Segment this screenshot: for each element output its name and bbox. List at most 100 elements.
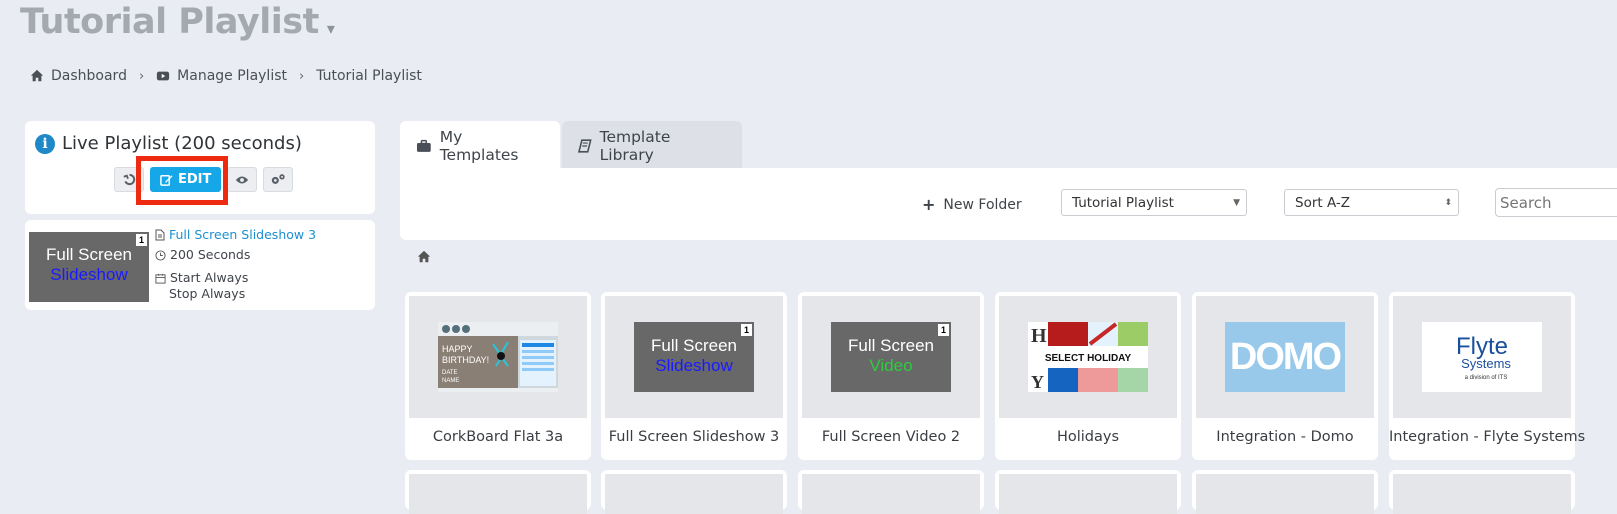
search-input[interactable]	[1495, 188, 1617, 217]
item-count-badge: 1	[136, 234, 147, 246]
birthday-text: NAME	[442, 378, 459, 384]
flyte-logo-text: a division of ITS	[1465, 375, 1508, 381]
birthday-text: BIRTHDAY!	[442, 355, 489, 365]
template-name: Full Screen Slideshow 3	[608, 429, 780, 445]
template-thumbnail	[1393, 474, 1571, 514]
tab-label: My Templates	[439, 128, 519, 164]
live-playlist-header: i Live Playlist (200 seconds)	[35, 133, 302, 154]
template-name: Full Screen Video 2	[821, 429, 961, 445]
template-card[interactable]: HAPPY BIRTHDAY! DATE NAME CorkBoard Flat…	[405, 292, 591, 460]
template-thumbnail	[1196, 474, 1374, 514]
edit-icon	[160, 175, 173, 186]
playlist-action-buttons: EDIT	[114, 167, 294, 192]
template-thumbnail	[802, 474, 980, 514]
video-thumbnail: 1 Full Screen Video	[831, 322, 951, 392]
folder-select-value: Tutorial Playlist	[1072, 194, 1174, 211]
template-thumbnail	[409, 474, 587, 514]
sort-select[interactable]: Sort A-Z ⬍	[1284, 189, 1459, 216]
playlist-item-link[interactable]: Full Screen Slideshow 3	[169, 225, 316, 245]
template-card[interactable]	[1389, 470, 1575, 514]
domo-logo: DOMO	[1225, 322, 1345, 392]
template-card[interactable]: 1 Full Screen Slideshow Full Screen Slid…	[601, 292, 787, 460]
thumb-line2: Slideshow	[50, 265, 128, 284]
plus-icon: +	[922, 195, 936, 214]
breadcrumb-label: Manage Playlist	[177, 68, 287, 84]
holiday-label: SELECT HOLIDAY	[1045, 353, 1132, 364]
undo-icon	[122, 173, 135, 186]
template-thumbnail: DOMO	[1196, 296, 1374, 418]
live-playlist-title: Live Playlist (200 seconds)	[62, 133, 302, 154]
briefcase-icon	[416, 139, 431, 152]
info-icon: i	[35, 133, 55, 154]
back-button[interactable]	[114, 167, 144, 192]
template-card[interactable]	[995, 470, 1181, 514]
template-name: Holidays	[1056, 429, 1120, 445]
new-folder-button[interactable]: + New Folder	[922, 195, 1022, 214]
home-icon	[30, 69, 44, 82]
template-name: Integration - Flyte Systems	[1389, 429, 1586, 445]
tab-my-templates[interactable]: My Templates	[400, 121, 560, 171]
thumb-line1: Full Screen	[46, 245, 132, 264]
playlist-item-stop-row: Stop Always	[155, 284, 316, 304]
preview-button[interactable]	[227, 167, 258, 192]
birthday-text: HAPPY	[442, 344, 473, 354]
slideshow-thumbnail: 1 Full Screen Slideshow	[634, 322, 754, 392]
settings-button[interactable]	[263, 167, 294, 192]
calendar-icon	[155, 273, 166, 284]
birthday-thumbnail: HAPPY BIRTHDAY! DATE NAME	[438, 322, 558, 392]
breadcrumb-label: Tutorial Playlist	[316, 68, 422, 84]
chevron-down-icon[interactable]: ▾	[327, 19, 335, 38]
breadcrumb-separator: ›	[299, 68, 305, 84]
template-card[interactable]: H Y SELECT HOLIDAY Holidays	[995, 292, 1181, 460]
breadcrumb-separator: ›	[138, 68, 145, 84]
breadcrumb-label: Dashboard	[51, 68, 127, 84]
folder-select[interactable]: Tutorial Playlist ▼	[1061, 189, 1247, 216]
item-count-badge: 1	[938, 324, 949, 336]
thumb-line1: Full Screen	[848, 336, 934, 355]
item-count-badge: 1	[741, 324, 752, 336]
holiday-thumbnail: H Y SELECT HOLIDAY	[1028, 322, 1148, 392]
chevron-down-icon: ⬍	[1444, 197, 1452, 208]
edit-button[interactable]: EDIT	[150, 167, 222, 192]
template-name: CorkBoard Flat 3a	[432, 429, 564, 445]
template-card[interactable]	[405, 470, 591, 514]
template-thumbnail: H Y SELECT HOLIDAY	[999, 296, 1177, 418]
template-thumbnail	[605, 474, 783, 514]
book-icon	[578, 139, 592, 153]
template-name: Integration - Domo	[1216, 429, 1354, 445]
thumb-line2: Slideshow	[655, 356, 733, 375]
thumb-line1: Full Screen	[651, 336, 737, 355]
template-card[interactable]: 1 Full Screen Video Full Screen Video 2	[798, 292, 984, 460]
edit-label: EDIT	[178, 172, 212, 187]
breadcrumb-current: Tutorial Playlist	[316, 68, 422, 84]
thumb-line2: Video	[869, 356, 913, 375]
flyte-logo: Flyte Systems a division of ITS	[1422, 322, 1542, 392]
page-title[interactable]: Tutorial Playlist ▾	[20, 2, 335, 42]
birthday-text: DATE	[442, 370, 458, 376]
playlist-item-info: Full Screen Slideshow 3 200 Seconds Star…	[155, 225, 316, 304]
template-card[interactable]	[1192, 470, 1378, 514]
page-title-text: Tutorial Playlist	[20, 2, 319, 42]
template-card[interactable]: Flyte Systems a division of ITS Integrat…	[1389, 292, 1586, 460]
youtube-icon	[157, 71, 170, 81]
breadcrumb-manage-playlist[interactable]: Manage Playlist	[156, 68, 287, 84]
clock-icon	[155, 249, 166, 261]
template-card[interactable]	[798, 470, 984, 514]
svg-text:Y: Y	[1031, 372, 1044, 392]
flyte-logo-text: Systems	[1461, 356, 1511, 371]
template-card[interactable]	[601, 470, 787, 514]
file-icon	[155, 229, 165, 241]
new-folder-label: New Folder	[943, 196, 1022, 213]
playlist-item-thumbnail[interactable]: 1 Full Screen Slideshow	[29, 232, 149, 302]
playlist-item-stop: Stop Always	[169, 286, 246, 301]
breadcrumb-dashboard[interactable]: Dashboard	[30, 68, 127, 84]
playlist-item-duration: 200 Seconds	[170, 247, 251, 262]
domo-logo-text: DOMO	[1230, 336, 1341, 378]
chevron-down-icon: ▼	[1233, 197, 1240, 208]
tab-template-library[interactable]: Template Library	[562, 121, 742, 171]
gears-icon	[272, 174, 286, 184]
breadcrumb: Dashboard › Manage Playlist › Tutorial P…	[30, 68, 422, 84]
folder-home-icon[interactable]	[417, 250, 431, 264]
svg-text:H: H	[1031, 325, 1047, 347]
template-card[interactable]: DOMO Integration - Domo	[1192, 292, 1378, 460]
